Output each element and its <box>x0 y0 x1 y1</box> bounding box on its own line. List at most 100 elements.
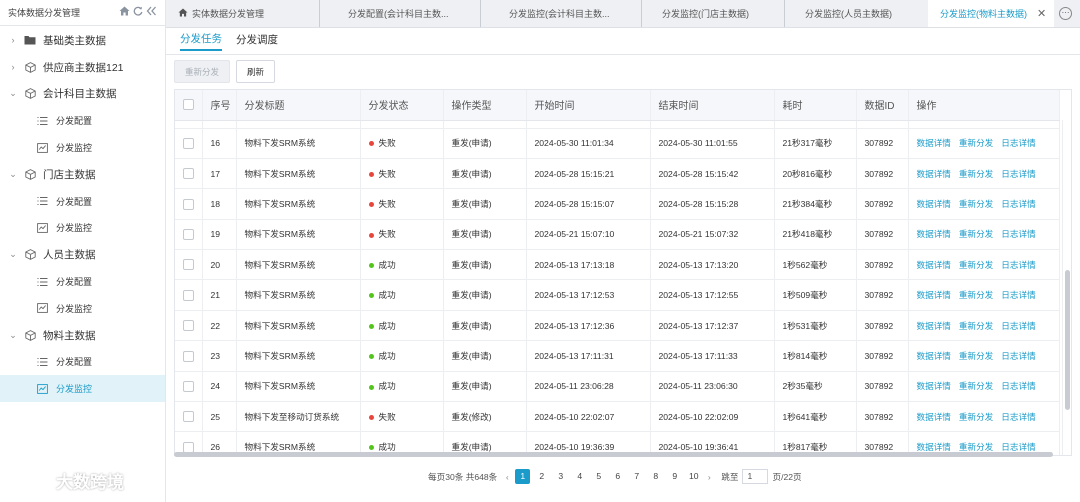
redistribute-link[interactable]: 重新分发 <box>959 412 993 422</box>
cell-cost: 1秒531毫秒 <box>774 310 857 342</box>
log-detail-link[interactable]: 日志详情 <box>1001 169 1035 179</box>
refresh-button[interactable]: 刷新 <box>236 60 276 83</box>
tab-monitor-accounting[interactable]: 分发监控(会计科目主数... <box>481 0 642 27</box>
chevron-down-icon: ⌄ <box>9 329 17 340</box>
redistribute-link[interactable]: 重新分发 <box>959 381 993 391</box>
tab-home[interactable]: 实体数据分发管理 <box>166 0 320 27</box>
tree-item-monitor-active[interactable]: 分发监控 <box>0 375 165 403</box>
tree-group-basic[interactable]: › 基础类主数据 <box>0 27 165 54</box>
tree-item-monitor[interactable]: 分发监控 <box>0 295 165 322</box>
redistribute-link[interactable]: 重新分发 <box>959 351 993 361</box>
row-checkbox[interactable] <box>183 289 194 301</box>
monitor-icon <box>34 383 50 394</box>
tab-monitor-material[interactable]: 分发监控(物料主数据) ✕ <box>928 0 1054 27</box>
tree-item-config[interactable]: 分发配置 <box>0 268 165 295</box>
row-checkbox[interactable] <box>183 411 194 423</box>
log-detail-link[interactable]: 日志详情 <box>1001 290 1035 300</box>
row-checkbox[interactable] <box>183 380 194 392</box>
vertical-scrollbar[interactable] <box>1062 120 1071 455</box>
tree-item-config[interactable]: 分发配置 <box>0 349 165 376</box>
next-page-icon[interactable]: › <box>703 472 715 482</box>
tree-group-staff[interactable]: ⌄ 人员主数据 <box>0 241 165 268</box>
page-number[interactable]: 7 <box>627 469 646 484</box>
log-detail-link[interactable]: 日志详情 <box>1001 412 1035 422</box>
data-detail-link[interactable]: 数据详情 <box>917 138 951 148</box>
tree-item-monitor[interactable]: 分发监控 <box>0 134 165 161</box>
log-detail-link[interactable]: 日志详情 <box>1001 351 1035 361</box>
tree-group-store[interactable]: ⌄ 门店主数据 <box>0 161 165 188</box>
log-detail-link[interactable]: 日志详情 <box>1001 138 1035 148</box>
row-checkbox[interactable] <box>183 320 194 332</box>
data-detail-link[interactable]: 数据详情 <box>917 412 951 422</box>
subtab-task[interactable]: 分发任务 <box>180 31 222 51</box>
log-detail-link[interactable]: 日志详情 <box>1001 442 1035 452</box>
data-detail-link[interactable]: 数据详情 <box>917 351 951 361</box>
cell-start: 2024-05-11 23:06:28 <box>526 371 651 403</box>
row-checkbox[interactable] <box>183 168 194 180</box>
log-detail-link[interactable]: 日志详情 <box>1001 260 1035 270</box>
page-number[interactable]: 6 <box>608 469 627 484</box>
data-detail-link[interactable]: 数据详情 <box>917 321 951 331</box>
log-detail-link[interactable]: 日志详情 <box>1001 199 1035 209</box>
page-number[interactable]: 2 <box>532 469 551 484</box>
data-detail-link[interactable]: 数据详情 <box>917 260 951 270</box>
redistribute-link[interactable]: 重新分发 <box>959 169 993 179</box>
redistribute-link[interactable]: 重新分发 <box>959 442 993 452</box>
row-checkbox[interactable] <box>183 259 194 271</box>
row-checkbox[interactable] <box>183 137 194 149</box>
redistribute-link[interactable]: 重新分发 <box>959 260 993 270</box>
data-detail-link[interactable]: 数据详情 <box>917 229 951 239</box>
tree-item-config[interactable]: 分发配置 <box>0 188 165 215</box>
collapse-icon[interactable] <box>146 6 157 19</box>
more-icon[interactable]: ⋯ <box>1059 7 1072 20</box>
select-all-checkbox[interactable] <box>183 99 194 111</box>
data-detail-link[interactable]: 数据详情 <box>917 442 951 452</box>
tree-group-accounting[interactable]: ⌄ 会计科目主数据 <box>0 81 165 108</box>
tree-item-config[interactable]: 分发配置 <box>0 107 165 134</box>
cell-end: 2024-05-13 17:11:33 <box>650 340 775 372</box>
page-number[interactable]: 8 <box>646 469 665 484</box>
tab-config-accounting[interactable]: 分发配置(会计科目主数... <box>320 0 481 27</box>
log-detail-link[interactable]: 日志详情 <box>1001 381 1035 391</box>
col-header-cost: 耗时 <box>774 90 857 121</box>
status-text: 成功 <box>378 259 396 270</box>
tree-item-monitor[interactable]: 分发监控 <box>0 215 165 242</box>
cell-id: 307892 <box>856 340 909 372</box>
home-icon[interactable] <box>119 6 130 19</box>
tab-monitor-staff[interactable]: 分发监控(人员主数据) <box>785 0 928 27</box>
redistribute-link[interactable]: 重新分发 <box>959 138 993 148</box>
refresh-icon[interactable] <box>133 6 143 19</box>
data-detail-link[interactable]: 数据详情 <box>917 381 951 391</box>
row-checkbox[interactable] <box>183 228 194 240</box>
page-number[interactable]: 1 <box>515 469 531 484</box>
goto-page-input[interactable]: 1 <box>742 469 769 484</box>
table-row: 24 物料下发SRM系统 成功 重发(申请) 2024-05-11 23:06:28 20… <box>175 371 1060 403</box>
scrollbar-thumb[interactable] <box>1065 270 1070 410</box>
log-detail-link[interactable]: 日志详情 <box>1001 229 1035 239</box>
redistribute-link[interactable]: 重新分发 <box>959 290 993 300</box>
redistribute-link[interactable]: 重新分发 <box>959 229 993 239</box>
redistribute-button[interactable]: 重新分发 <box>174 60 231 83</box>
page-number[interactable]: 10 <box>684 469 703 484</box>
tree-item-label: 分发配置 <box>56 196 93 207</box>
tree-group-supplier[interactable]: › 供应商主数据121 <box>0 54 165 81</box>
data-detail-link[interactable]: 数据详情 <box>917 169 951 179</box>
data-detail-link[interactable]: 数据详情 <box>917 199 951 209</box>
horizontal-scrollbar[interactable] <box>174 452 1053 457</box>
page-number[interactable]: 5 <box>589 469 608 484</box>
data-detail-link[interactable]: 数据详情 <box>917 290 951 300</box>
tree-group-material[interactable]: ⌄ 物料主数据 <box>0 322 165 349</box>
cell-status: 成功 <box>360 371 444 403</box>
tab-monitor-store[interactable]: 分发监控(门店主数据) <box>642 0 785 27</box>
row-checkbox[interactable] <box>183 198 194 210</box>
redistribute-link[interactable]: 重新分发 <box>959 199 993 209</box>
redistribute-link[interactable]: 重新分发 <box>959 321 993 331</box>
row-checkbox[interactable] <box>183 350 194 362</box>
subtab-schedule[interactable]: 分发调度 <box>236 32 278 50</box>
page-number[interactable]: 3 <box>551 469 570 484</box>
close-icon[interactable]: ✕ <box>1037 7 1046 20</box>
prev-page-icon[interactable]: ‹ <box>501 472 513 482</box>
page-number[interactable]: 4 <box>570 469 589 484</box>
log-detail-link[interactable]: 日志详情 <box>1001 321 1035 331</box>
page-number[interactable]: 9 <box>665 469 684 484</box>
